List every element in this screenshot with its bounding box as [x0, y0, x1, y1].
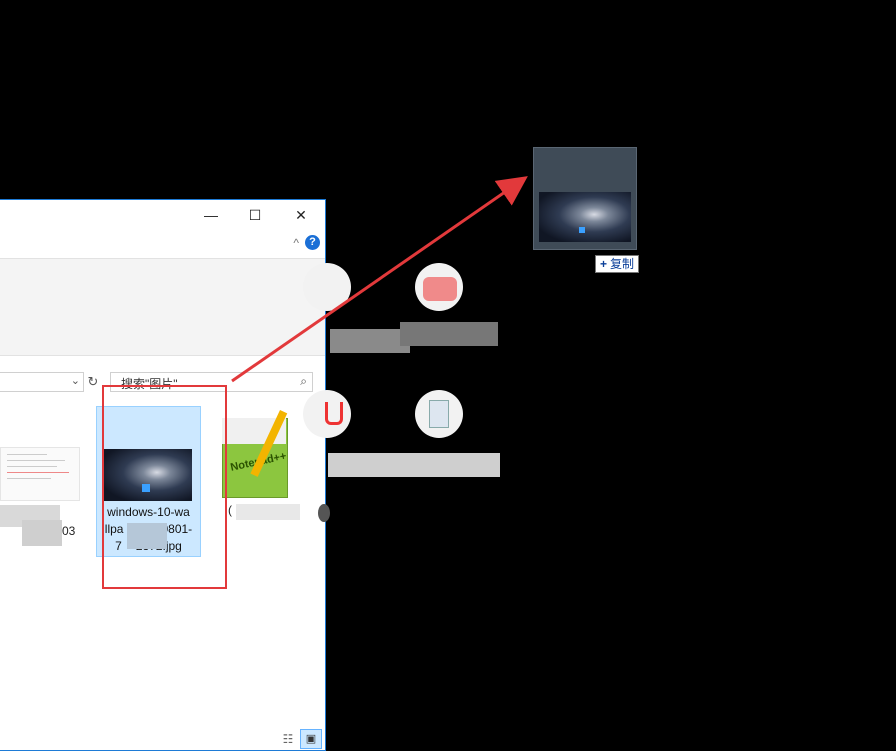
copy-label: 复制: [610, 257, 635, 271]
details-view-button[interactable]: ☷: [279, 732, 297, 748]
notepad-plus-plus-icon: Notepad++: [220, 410, 306, 500]
minimize-button[interactable]: —: [199, 204, 223, 226]
close-button[interactable]: ✕: [289, 204, 313, 226]
desktop-icon[interactable]: [303, 390, 351, 438]
thumbnail-view-button[interactable]: ▣: [300, 729, 322, 749]
blurred-label: [236, 504, 300, 520]
file-name: (: [228, 503, 232, 517]
ribbon-collapse-icon[interactable]: ^: [293, 236, 299, 250]
drag-preview: [533, 147, 637, 250]
ribbon-panel: [0, 258, 325, 356]
desktop-icon[interactable]: [303, 263, 351, 311]
address-bar[interactable]: ⌄: [0, 372, 84, 392]
title-bar[interactable]: — ☐ ✕: [0, 200, 325, 230]
help-icon[interactable]: ?: [305, 235, 320, 250]
document-thumbnail: [0, 447, 80, 501]
chevron-down-icon[interactable]: ⌄: [71, 374, 80, 387]
desktop-icon[interactable]: [415, 390, 463, 438]
blurred-label: [22, 520, 62, 546]
search-icon[interactable]: ⌕: [300, 374, 307, 389]
blurred-label: [400, 322, 498, 346]
desktop-icon[interactable]: [415, 263, 463, 311]
blurred-label: [330, 329, 410, 353]
wallpaper-thumbnail: [539, 192, 631, 242]
highlight-box: [102, 385, 227, 589]
refresh-button[interactable]: ↻: [85, 372, 101, 392]
maximize-button[interactable]: ☐: [243, 204, 267, 226]
screen: — ☐ ✕ ^ ? ⌄ ↻ 搜索"图片" ⌕ 03 windows-10-wa …: [0, 0, 896, 751]
windows-logo-icon: [579, 227, 585, 233]
blurred-label: [328, 453, 500, 477]
copy-tooltip: + 复制: [595, 255, 640, 273]
plus-icon: +: [600, 257, 608, 271]
ribbon-tabs-row: ^ ?: [0, 232, 325, 256]
file-name: 03: [62, 524, 76, 538]
